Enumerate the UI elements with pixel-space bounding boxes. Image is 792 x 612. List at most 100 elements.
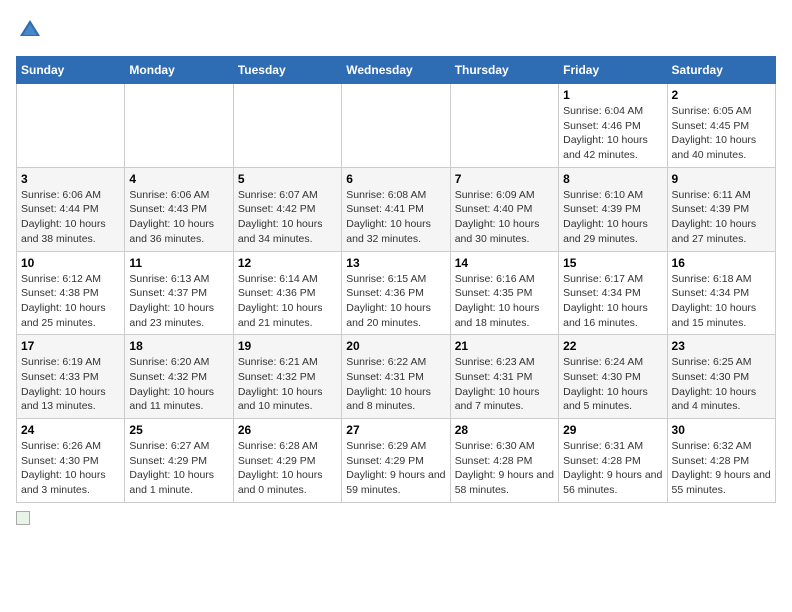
day-info: Sunrise: 6:16 AM Sunset: 4:35 PM Dayligh… [455,272,554,331]
calendar-week-0: 1Sunrise: 6:04 AM Sunset: 4:46 PM Daylig… [17,84,776,168]
calendar-cell: 14Sunrise: 6:16 AM Sunset: 4:35 PM Dayli… [450,251,558,335]
day-number: 18 [129,339,228,353]
day-number: 3 [21,172,120,186]
weekday-header-saturday: Saturday [667,57,775,84]
day-number: 2 [672,88,771,102]
day-info: Sunrise: 6:12 AM Sunset: 4:38 PM Dayligh… [21,272,120,331]
day-info: Sunrise: 6:13 AM Sunset: 4:37 PM Dayligh… [129,272,228,331]
day-number: 26 [238,423,337,437]
day-info: Sunrise: 6:18 AM Sunset: 4:34 PM Dayligh… [672,272,771,331]
weekday-header-monday: Monday [125,57,233,84]
calendar-cell [342,84,450,168]
calendar-header: SundayMondayTuesdayWednesdayThursdayFrid… [17,57,776,84]
logo [16,16,48,44]
day-number: 28 [455,423,554,437]
day-info: Sunrise: 6:10 AM Sunset: 4:39 PM Dayligh… [563,188,662,247]
day-info: Sunrise: 6:09 AM Sunset: 4:40 PM Dayligh… [455,188,554,247]
logo-icon [16,16,44,44]
calendar-cell: 13Sunrise: 6:15 AM Sunset: 4:36 PM Dayli… [342,251,450,335]
day-number: 4 [129,172,228,186]
day-info: Sunrise: 6:19 AM Sunset: 4:33 PM Dayligh… [21,355,120,414]
calendar-body: 1Sunrise: 6:04 AM Sunset: 4:46 PM Daylig… [17,84,776,503]
day-number: 6 [346,172,445,186]
day-info: Sunrise: 6:06 AM Sunset: 4:43 PM Dayligh… [129,188,228,247]
day-info: Sunrise: 6:25 AM Sunset: 4:30 PM Dayligh… [672,355,771,414]
calendar-cell [233,84,341,168]
day-info: Sunrise: 6:32 AM Sunset: 4:28 PM Dayligh… [672,439,771,498]
calendar-cell: 25 Sunrise: 6:27 AM Sunset: 4:29 PM Dayli… [125,419,233,503]
calendar-cell: 23 Sunrise: 6:25 AM Sunset: 4:30 PM Dayli… [667,335,775,419]
calendar-cell: 18 Sunrise: 6:20 AM Sunset: 4:32 PM Dayli… [125,335,233,419]
calendar-cell: 6 Sunrise: 6:08 AM Sunset: 4:41 PM Daylig… [342,167,450,251]
day-number: 12 [238,256,337,270]
calendar-cell: 30 Sunrise: 6:32 AM Sunset: 4:28 PM Dayli… [667,419,775,503]
calendar-cell: 1Sunrise: 6:04 AM Sunset: 4:46 PM Daylig… [559,84,667,168]
calendar-cell: 9 Sunrise: 6:11 AM Sunset: 4:39 PM Daylig… [667,167,775,251]
day-info: Sunrise: 6:26 AM Sunset: 4:30 PM Dayligh… [21,439,120,498]
calendar-table: SundayMondayTuesdayWednesdayThursdayFrid… [16,56,776,503]
calendar-week-4: 24 Sunrise: 6:26 AM Sunset: 4:30 PM Dayli… [17,419,776,503]
day-number: 27 [346,423,445,437]
legend-box [16,511,30,525]
calendar-week-2: 10 Sunrise: 6:12 AM Sunset: 4:38 PM Dayli… [17,251,776,335]
calendar-cell: 17 Sunrise: 6:19 AM Sunset: 4:33 PM Dayli… [17,335,125,419]
calendar-cell: 10 Sunrise: 6:12 AM Sunset: 4:38 PM Dayli… [17,251,125,335]
day-info: Sunrise: 6:20 AM Sunset: 4:32 PM Dayligh… [129,355,228,414]
day-number: 10 [21,256,120,270]
day-number: 20 [346,339,445,353]
calendar-cell: 21 Sunrise: 6:23 AM Sunset: 4:31 PM Dayli… [450,335,558,419]
calendar-cell [125,84,233,168]
day-info: Sunrise: 6:29 AM Sunset: 4:29 PM Dayligh… [346,439,445,498]
day-number: 11 [129,256,228,270]
calendar-cell: 4 Sunrise: 6:06 AM Sunset: 4:43 PM Daylig… [125,167,233,251]
calendar-cell: 15Sunrise: 6:17 AM Sunset: 4:34 PM Dayli… [559,251,667,335]
day-info: Sunrise: 6:14 AM Sunset: 4:36 PM Dayligh… [238,272,337,331]
day-number: 25 [129,423,228,437]
calendar-cell: 7Sunrise: 6:09 AM Sunset: 4:40 PM Daylig… [450,167,558,251]
day-info: Sunrise: 6:08 AM Sunset: 4:41 PM Dayligh… [346,188,445,247]
calendar-cell: 22Sunrise: 6:24 AM Sunset: 4:30 PM Dayli… [559,335,667,419]
calendar-cell: 5Sunrise: 6:07 AM Sunset: 4:42 PM Daylig… [233,167,341,251]
calendar-cell: 27 Sunrise: 6:29 AM Sunset: 4:29 PM Dayli… [342,419,450,503]
day-number: 5 [238,172,337,186]
day-info: Sunrise: 6:11 AM Sunset: 4:39 PM Dayligh… [672,188,771,247]
day-info: Sunrise: 6:05 AM Sunset: 4:45 PM Dayligh… [672,104,771,163]
calendar-week-3: 17 Sunrise: 6:19 AM Sunset: 4:33 PM Dayli… [17,335,776,419]
calendar-cell [17,84,125,168]
legend [16,511,776,525]
day-info: Sunrise: 6:30 AM Sunset: 4:28 PM Dayligh… [455,439,554,498]
calendar-cell: 2 Sunrise: 6:05 AM Sunset: 4:45 PM Daylig… [667,84,775,168]
weekday-header-wednesday: Wednesday [342,57,450,84]
day-number: 24 [21,423,120,437]
day-info: Sunrise: 6:04 AM Sunset: 4:46 PM Dayligh… [563,104,662,163]
calendar-cell: 11 Sunrise: 6:13 AM Sunset: 4:37 PM Dayli… [125,251,233,335]
day-info: Sunrise: 6:22 AM Sunset: 4:31 PM Dayligh… [346,355,445,414]
day-number: 30 [672,423,771,437]
day-number: 15 [563,256,662,270]
day-number: 21 [455,339,554,353]
weekday-header-friday: Friday [559,57,667,84]
calendar-cell: 16 Sunrise: 6:18 AM Sunset: 4:34 PM Dayli… [667,251,775,335]
day-info: Sunrise: 6:06 AM Sunset: 4:44 PM Dayligh… [21,188,120,247]
day-number: 16 [672,256,771,270]
day-info: Sunrise: 6:24 AM Sunset: 4:30 PM Dayligh… [563,355,662,414]
day-number: 29 [563,423,662,437]
weekday-header-thursday: Thursday [450,57,558,84]
calendar-cell: 24 Sunrise: 6:26 AM Sunset: 4:30 PM Dayli… [17,419,125,503]
day-number: 23 [672,339,771,353]
calendar-cell [450,84,558,168]
day-info: Sunrise: 6:28 AM Sunset: 4:29 PM Dayligh… [238,439,337,498]
weekday-header-tuesday: Tuesday [233,57,341,84]
calendar-cell: 29 Sunrise: 6:31 AM Sunset: 4:28 PM Dayli… [559,419,667,503]
calendar-cell: 20 Sunrise: 6:22 AM Sunset: 4:31 PM Dayli… [342,335,450,419]
day-number: 9 [672,172,771,186]
day-info: Sunrise: 6:31 AM Sunset: 4:28 PM Dayligh… [563,439,662,498]
day-info: Sunrise: 6:27 AM Sunset: 4:29 PM Dayligh… [129,439,228,498]
day-number: 8 [563,172,662,186]
day-number: 19 [238,339,337,353]
weekday-row: SundayMondayTuesdayWednesdayThursdayFrid… [17,57,776,84]
day-number: 17 [21,339,120,353]
calendar-cell: 3 Sunrise: 6:06 AM Sunset: 4:44 PM Daylig… [17,167,125,251]
calendar-cell: 8 Sunrise: 6:10 AM Sunset: 4:39 PM Daylig… [559,167,667,251]
day-info: Sunrise: 6:23 AM Sunset: 4:31 PM Dayligh… [455,355,554,414]
